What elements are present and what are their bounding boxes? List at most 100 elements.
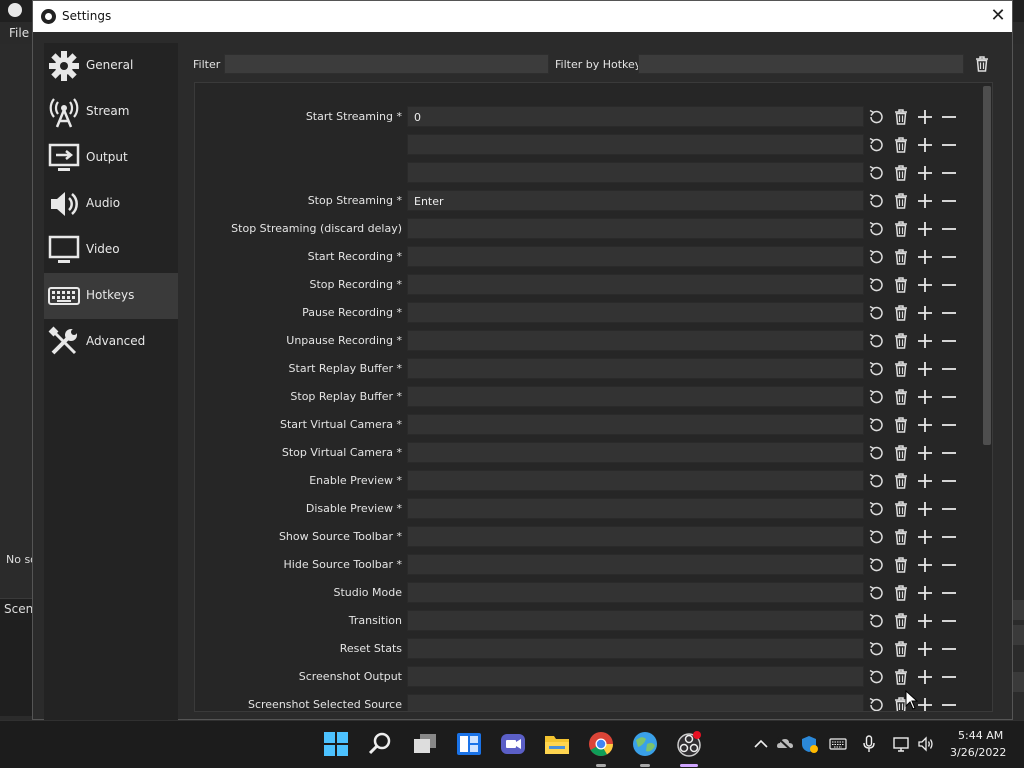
trash-icon[interactable]: [892, 416, 910, 434]
hotkey-input[interactable]: [407, 666, 864, 687]
revert-icon[interactable]: [867, 528, 885, 546]
hotkey-input[interactable]: [407, 526, 864, 547]
remove-icon[interactable]: [940, 612, 958, 630]
add-icon[interactable]: [916, 304, 934, 322]
hotkey-input[interactable]: [407, 414, 864, 435]
vertical-scrollbar[interactable]: [983, 86, 991, 445]
add-icon[interactable]: [916, 136, 934, 154]
hotkey-input[interactable]: [407, 246, 864, 267]
windows-start-icon[interactable]: [323, 731, 349, 757]
revert-icon[interactable]: [867, 220, 885, 238]
trash-icon[interactable]: [892, 444, 910, 462]
hotkey-input[interactable]: [407, 358, 864, 379]
remove-icon[interactable]: [940, 164, 958, 182]
remove-icon[interactable]: [940, 472, 958, 490]
add-icon[interactable]: [916, 472, 934, 490]
hotkey-input[interactable]: [407, 470, 864, 491]
trash-icon[interactable]: [892, 472, 910, 490]
remove-icon[interactable]: [940, 640, 958, 658]
hotkey-input[interactable]: [407, 134, 864, 155]
add-icon[interactable]: [916, 360, 934, 378]
revert-icon[interactable]: [867, 556, 885, 574]
remove-icon[interactable]: [940, 220, 958, 238]
maps-icon[interactable]: [632, 731, 658, 757]
hotkey-input[interactable]: [407, 694, 864, 711]
add-icon[interactable]: [916, 668, 934, 686]
trash-icon[interactable]: [892, 584, 910, 602]
trash-icon[interactable]: [892, 276, 910, 294]
add-icon[interactable]: [916, 108, 934, 126]
hotkey-input[interactable]: [407, 582, 864, 603]
file-explorer-icon[interactable]: [544, 731, 570, 757]
add-icon[interactable]: [916, 612, 934, 630]
revert-icon[interactable]: [867, 332, 885, 350]
trash-icon[interactable]: [892, 192, 910, 210]
hotkey-input[interactable]: [407, 274, 864, 295]
onedrive-icon[interactable]: [776, 735, 794, 753]
hotkey-input[interactable]: [407, 498, 864, 519]
add-icon[interactable]: [916, 276, 934, 294]
remove-icon[interactable]: [940, 528, 958, 546]
hotkey-input[interactable]: [407, 442, 864, 463]
trash-icon[interactable]: [892, 248, 910, 266]
trash-icon[interactable]: [892, 612, 910, 630]
remove-icon[interactable]: [940, 388, 958, 406]
sidebar-item-general[interactable]: General: [44, 43, 178, 89]
remove-icon[interactable]: [940, 248, 958, 266]
remove-icon[interactable]: [940, 696, 958, 711]
revert-icon[interactable]: [867, 388, 885, 406]
revert-icon[interactable]: [867, 416, 885, 434]
trash-icon[interactable]: [892, 164, 910, 182]
hotkey-input[interactable]: [407, 610, 864, 631]
remove-icon[interactable]: [940, 108, 958, 126]
obs-dock-control[interactable]: [1012, 672, 1024, 692]
hotkey-input[interactable]: [407, 302, 864, 323]
sidebar-item-hotkeys[interactable]: Hotkeys: [44, 273, 178, 319]
add-icon[interactable]: [916, 444, 934, 462]
add-icon[interactable]: [916, 584, 934, 602]
revert-icon[interactable]: [867, 612, 885, 630]
close-button[interactable]: ✕: [987, 5, 1009, 27]
hotkey-input[interactable]: [407, 330, 864, 351]
trash-icon[interactable]: [892, 528, 910, 546]
task-view-icon[interactable]: [412, 731, 438, 757]
trash-icon[interactable]: [892, 136, 910, 154]
clear-filter-trash-icon[interactable]: [973, 55, 991, 73]
trash-icon[interactable]: [892, 108, 910, 126]
revert-icon[interactable]: [867, 444, 885, 462]
hotkey-input[interactable]: [407, 386, 864, 407]
remove-icon[interactable]: [940, 668, 958, 686]
obs-icon[interactable]: [676, 731, 702, 757]
hotkey-input[interactable]: [407, 162, 864, 183]
teams-chat-icon[interactable]: [500, 731, 526, 757]
remove-icon[interactable]: [940, 192, 958, 210]
hotkey-input[interactable]: 0: [407, 106, 864, 127]
trash-icon[interactable]: [892, 640, 910, 658]
sidebar-item-audio[interactable]: Audio: [44, 181, 178, 227]
revert-icon[interactable]: [867, 584, 885, 602]
trash-icon[interactable]: [892, 360, 910, 378]
menu-file[interactable]: File: [9, 26, 29, 40]
remove-icon[interactable]: [940, 304, 958, 322]
trash-icon[interactable]: [892, 556, 910, 574]
add-icon[interactable]: [916, 332, 934, 350]
add-icon[interactable]: [916, 164, 934, 182]
revert-icon[interactable]: [867, 640, 885, 658]
revert-icon[interactable]: [867, 248, 885, 266]
revert-icon[interactable]: [867, 668, 885, 686]
hotkey-input[interactable]: [407, 638, 864, 659]
add-icon[interactable]: [916, 528, 934, 546]
hotkey-input[interactable]: Enter: [407, 190, 864, 211]
chrome-icon[interactable]: [588, 731, 614, 757]
widgets-icon[interactable]: [456, 731, 482, 757]
remove-icon[interactable]: [940, 444, 958, 462]
keyboard-icon[interactable]: [829, 735, 847, 753]
revert-icon[interactable]: [867, 304, 885, 322]
add-icon[interactable]: [916, 220, 934, 238]
sidebar-item-video[interactable]: Video: [44, 227, 178, 273]
add-icon[interactable]: [916, 500, 934, 518]
revert-icon[interactable]: [867, 360, 885, 378]
filter-by-hotkey-input[interactable]: [638, 54, 964, 74]
remove-icon[interactable]: [940, 360, 958, 378]
remove-icon[interactable]: [940, 500, 958, 518]
